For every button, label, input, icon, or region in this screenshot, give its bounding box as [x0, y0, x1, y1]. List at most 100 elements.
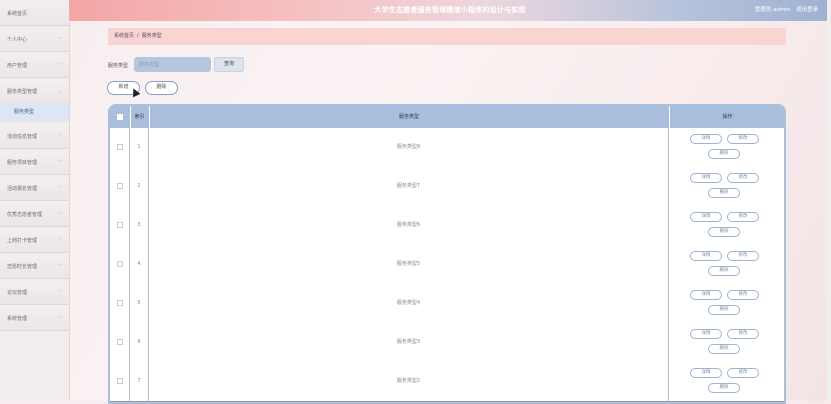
delete-button[interactable]: 删除 [708, 188, 740, 198]
breadcrumb: 系统首页 / 服务类型 [108, 28, 786, 45]
row-index: 4 [130, 245, 149, 284]
table-row: 1 服务类型8 详情 修改 删除 [110, 128, 784, 168]
sidebar-item-system[interactable]: 系统管理 ﹀ [0, 307, 69, 331]
row-checkbox[interactable] [116, 338, 123, 345]
row-checkbox[interactable] [116, 182, 123, 189]
detail-button[interactable]: 详情 [690, 290, 722, 300]
sidebar-subitem-service-type[interactable]: 服务类型 [0, 102, 69, 122]
sidebar-item-label: 个人中心 [7, 37, 28, 43]
edit-button[interactable]: 修改 [727, 251, 759, 261]
sidebar-item-label: 优秀志愿者管理 [7, 212, 43, 218]
row-checkbox[interactable] [116, 260, 123, 267]
table-row: 5 服务类型4 详情 修改 删除 [110, 284, 784, 324]
sidebar-item-label: 志愿时长管理 [7, 264, 38, 270]
edit-button[interactable]: 修改 [727, 329, 759, 339]
chevron-down-icon: ﹀ [56, 37, 62, 43]
sidebar-item-forum[interactable]: 论坛管理 ﹀ [0, 281, 69, 305]
sidebar-item-label: 系统首页 [7, 11, 28, 17]
detail-button[interactable]: 详情 [690, 251, 722, 261]
search-label: 服务类型 [108, 63, 129, 69]
search-input[interactable] [134, 57, 211, 72]
row-type: 服务类型8 [149, 128, 669, 167]
row-index: 1 [130, 128, 149, 167]
sidebar-item-label: 用户管理 [7, 63, 28, 69]
app-title: 大学生志愿者服务管理微信小程序的设计与实现 [374, 6, 526, 14]
chevron-up-icon: ︿ [56, 89, 62, 95]
row-type: 服务类型3 [149, 323, 669, 362]
delete-button[interactable]: 删除 [708, 149, 740, 159]
row-index: 6 [130, 323, 149, 362]
table-row: 7 服务类型2 详情 修改 删除 [110, 362, 784, 402]
detail-button[interactable]: 详情 [690, 329, 722, 339]
detail-button[interactable]: 详情 [690, 368, 722, 378]
top-header: 大学生志愿者服务管理微信小程序的设计与实现 管理员 admin 退出登录 [69, 0, 831, 21]
row-index: 5 [130, 284, 149, 323]
chevron-down-icon: ﹀ [56, 186, 62, 192]
row-type: 服务类型7 [149, 167, 669, 206]
table-row: 6 服务类型3 详情 修改 删除 [110, 323, 784, 363]
table-row: 2 服务类型7 详情 修改 删除 [110, 167, 784, 207]
row-type: 服务类型4 [149, 284, 669, 323]
sidebar-item-activity-info[interactable]: 活动信息管理 ﹀ [0, 125, 69, 149]
row-type: 服务类型6 [149, 206, 669, 245]
sidebar-item-label: 系统管理 [7, 316, 28, 322]
row-checkbox[interactable] [116, 221, 123, 228]
edit-button[interactable]: 修改 [727, 134, 759, 144]
row-checkbox[interactable] [116, 299, 123, 306]
sidebar-subitem-label: 服务类型 [14, 109, 35, 115]
breadcrumb-current: 服务类型 [141, 33, 162, 39]
sidebar-item-users[interactable]: 用户管理 ﹀ [0, 54, 69, 78]
breadcrumb-home[interactable]: 系统首页 [114, 33, 134, 39]
chevron-down-icon: ﹀ [56, 264, 62, 270]
batch-delete-button[interactable]: 删除 [145, 81, 178, 95]
column-header-index: 索引 [130, 106, 150, 128]
delete-button[interactable]: 删除 [708, 383, 740, 393]
row-check-cell [110, 284, 130, 323]
sidebar-item-activity-signup[interactable]: 活动报名管理 ﹀ [0, 177, 69, 201]
logout-link[interactable]: 退出登录 [796, 7, 818, 13]
row-type: 服务类型5 [149, 245, 669, 284]
sidebar-item-label: 服务项目管理 [7, 160, 38, 166]
detail-button[interactable]: 详情 [690, 134, 722, 144]
row-checkbox[interactable] [116, 143, 123, 150]
sidebar-item-label: 论坛管理 [7, 290, 28, 296]
data-table: 索引 服务类型 操作 1 服务类型8 详情 修改 删除 2 服务类型7 详情 修… [108, 104, 786, 404]
sidebar-item-personal-center[interactable]: 个人中心 ﹀ [0, 28, 69, 52]
sidebar-item-check-in[interactable]: 上岗打卡管理 ﹀ [0, 229, 69, 253]
header-user-area: 管理员 admin 退出登录 [751, 0, 818, 21]
sidebar-item-service-type-mgmt[interactable]: 服务类型管理 ︿ [0, 80, 69, 104]
table-row: 4 服务类型5 详情 修改 删除 [110, 245, 784, 285]
chevron-down-icon: ﹀ [56, 212, 62, 218]
search-button[interactable]: 查询 [214, 57, 244, 72]
sidebar-item-home[interactable]: 系统首页 [0, 2, 69, 26]
row-checkbox[interactable] [116, 377, 123, 384]
page-scrollbar[interactable] [827, 0, 831, 401]
select-all-checkbox[interactable] [117, 113, 123, 120]
detail-button[interactable]: 详情 [690, 173, 722, 183]
chevron-down-icon: ﹀ [56, 160, 62, 166]
chevron-down-icon: ﹀ [56, 134, 62, 140]
edit-button[interactable]: 修改 [727, 212, 759, 222]
column-header-actions: 操作 [722, 114, 733, 120]
row-check-cell [110, 323, 130, 362]
sidebar-item-excellent-volunteers[interactable]: 优秀志愿者管理 ﹀ [0, 203, 69, 227]
sidebar-item-label: 活动信息管理 [7, 134, 38, 140]
sidebar-item-label: 服务类型管理 [7, 89, 38, 95]
edit-button[interactable]: 修改 [727, 290, 759, 300]
sidebar-item-volunteer-hours[interactable]: 志愿时长管理 ﹀ [0, 255, 69, 279]
row-check-cell [110, 167, 130, 206]
delete-button[interactable]: 删除 [708, 305, 740, 315]
delete-button[interactable]: 删除 [708, 227, 740, 237]
table-row: 3 服务类型6 详情 修改 删除 [110, 206, 784, 246]
edit-button[interactable]: 修改 [727, 173, 759, 183]
chevron-down-icon: ﹀ [56, 63, 62, 69]
row-index: 7 [130, 362, 149, 401]
delete-button[interactable]: 删除 [708, 344, 740, 354]
delete-button[interactable]: 删除 [708, 266, 740, 276]
sidebar-item-service-projects[interactable]: 服务项目管理 ﹀ [0, 151, 69, 175]
sidebar: 系统首页 个人中心 ﹀ 用户管理 ﹀ 服务类型管理 ︿ 服务类型 活动信息管理 ﹀ 服务… [0, 0, 70, 401]
sidebar-item-label: 活动报名管理 [7, 186, 38, 192]
edit-button[interactable]: 修改 [727, 368, 759, 378]
detail-button[interactable]: 详情 [690, 212, 722, 222]
row-type: 服务类型2 [149, 362, 669, 401]
